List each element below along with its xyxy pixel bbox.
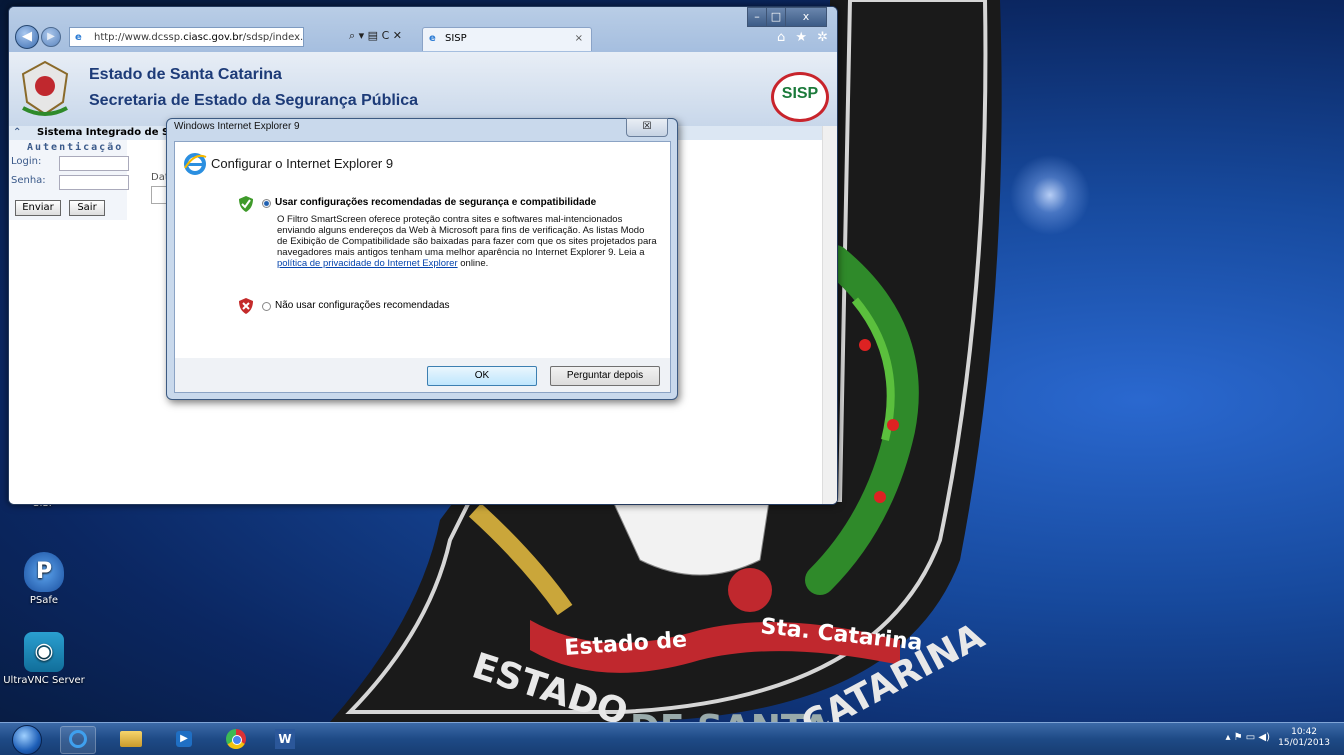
collapse-icon[interactable]: ⌃ bbox=[13, 126, 21, 140]
address-controls[interactable]: ⌕ ▾ ▤ C ✕ bbox=[349, 29, 402, 43]
url-prefix: http://www.dcssp. bbox=[94, 32, 184, 43]
state-coat-of-arms-icon bbox=[21, 60, 69, 116]
senha-label: Senha: bbox=[11, 175, 46, 186]
login-input[interactable] bbox=[59, 156, 129, 171]
start-button[interactable] bbox=[12, 725, 42, 755]
ok-button[interactable]: OK bbox=[427, 366, 537, 386]
page-title: Estado de Santa Catarina bbox=[89, 66, 282, 83]
url-path: /sdsp/index.asp bbox=[242, 32, 304, 43]
maximize-button[interactable]: □ bbox=[766, 7, 786, 27]
taskbar-word-icon[interactable]: W bbox=[268, 726, 302, 752]
close-button[interactable]: x bbox=[785, 7, 827, 27]
clock-date: 15/01/2013 bbox=[1278, 738, 1330, 748]
option-not-recommended-label[interactable]: Não usar configurações recomendadas bbox=[275, 300, 450, 311]
dialog-body: Configurar o Internet Explorer 9 Usar co… bbox=[174, 141, 671, 360]
privacy-policy-link[interactable]: política de privacidade do Internet Expl… bbox=[277, 258, 458, 269]
desktop-icon-label: UltraVNC Server bbox=[3, 675, 85, 686]
toolbar-icons[interactable]: ⌂ ★ ✲ bbox=[777, 30, 831, 45]
browser-chrome: ◀ ▶ e http://www.dcssp.ciasc.gov.br/sdsp… bbox=[9, 7, 837, 52]
back-button[interactable]: ◀ bbox=[15, 25, 39, 49]
system-title: Sistema Integrado de S bbox=[37, 127, 170, 138]
taskbar-media-player-icon[interactable]: ▶ bbox=[167, 726, 201, 752]
clock[interactable]: 10:42 15/01/2013 bbox=[1278, 727, 1330, 749]
psafe-icon: P bbox=[24, 552, 64, 592]
dialog-title: Windows Internet Explorer 9 bbox=[174, 121, 300, 132]
sair-button[interactable]: Sair bbox=[69, 200, 105, 216]
address-bar[interactable]: e http://www.dcssp.ciasc.gov.br/sdsp/ind… bbox=[69, 27, 304, 47]
option-recommended-label[interactable]: Usar configurações recomendadas de segur… bbox=[275, 197, 596, 208]
auth-heading: Autenticação bbox=[27, 142, 124, 153]
desktop-icon-psafe[interactable]: P PSafe bbox=[6, 552, 82, 606]
desktop-icon-label: PSafe bbox=[29, 595, 59, 606]
option-not-recommended-radio[interactable] bbox=[262, 302, 271, 311]
url-domain: ciasc.gov.br bbox=[183, 32, 243, 43]
login-label: Login: bbox=[11, 156, 42, 167]
ie9-setup-dialog: Windows Internet Explorer 9 ☒ Configurar… bbox=[166, 118, 678, 400]
ask-later-button[interactable]: Perguntar depois bbox=[550, 366, 660, 386]
desktop-icon-ultravnc[interactable]: ◉ UltraVNC Server bbox=[0, 632, 88, 686]
enviar-button[interactable]: Enviar bbox=[15, 200, 61, 216]
red-shield-x-icon bbox=[239, 298, 253, 314]
minimize-button[interactable]: – bbox=[747, 7, 767, 27]
option-recommended-description: O Filtro SmartScreen oferece proteção co… bbox=[277, 214, 657, 269]
auth-panel: Autenticação Login: Senha: Enviar Sair bbox=[9, 140, 129, 220]
page-banner: Estado de Santa Catarina Secretaria de E… bbox=[9, 52, 837, 127]
description-text: O Filtro SmartScreen oferece proteção co… bbox=[277, 214, 657, 258]
tab-close-icon[interactable]: × bbox=[575, 28, 583, 50]
taskbar-chrome-icon[interactable] bbox=[219, 726, 253, 752]
tab-title: SISP bbox=[445, 33, 467, 44]
forward-button[interactable]: ▶ bbox=[41, 27, 61, 47]
clock-time: 10:42 bbox=[1291, 727, 1318, 737]
taskbar-ie-icon[interactable] bbox=[60, 726, 96, 754]
description-tail: online. bbox=[460, 258, 489, 269]
sisp-logo: SISP bbox=[771, 72, 829, 122]
dialog-close-button[interactable]: ☒ bbox=[626, 118, 668, 137]
green-shield-check-icon bbox=[239, 196, 253, 212]
option-recommended-radio[interactable] bbox=[262, 199, 271, 208]
ie-logo-icon bbox=[184, 153, 207, 175]
system-tray-icons[interactable]: ▴ ⚑ ▭ ◀) bbox=[1225, 732, 1270, 743]
taskbar-explorer-icon[interactable] bbox=[114, 726, 148, 752]
ie-tab-icon: e bbox=[429, 33, 436, 44]
page-scrollbar[interactable] bbox=[822, 126, 837, 504]
taskbar: ▶ W ▴ ⚑ ▭ ◀) 10:42 15/01/2013 bbox=[0, 722, 1344, 755]
ie-page-icon: e bbox=[75, 32, 82, 43]
senha-input[interactable] bbox=[59, 175, 129, 190]
dialog-footer: OK Perguntar depois bbox=[174, 358, 671, 393]
page-subtitle: Secretaria de Estado da Segurança Públic… bbox=[89, 92, 419, 109]
tab-sisp[interactable]: e SISP × bbox=[422, 27, 592, 51]
eye-icon: ◉ bbox=[24, 632, 64, 672]
dialog-heading: Configurar o Internet Explorer 9 bbox=[211, 156, 394, 171]
